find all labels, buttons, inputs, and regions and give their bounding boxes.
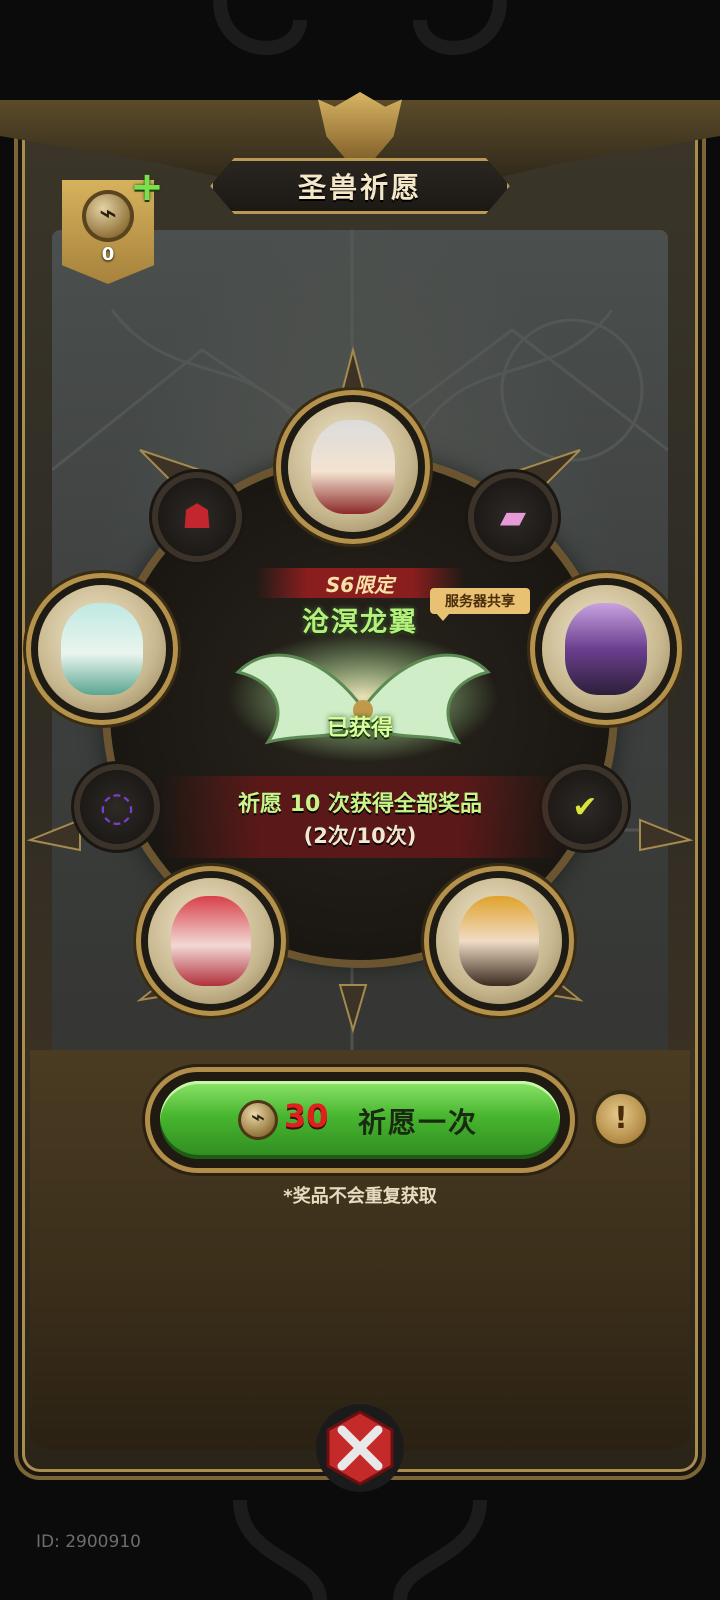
reward-slot-shadow-ring[interactable]: ◌ (80, 770, 154, 844)
golden-horn-girl-portrait (458, 895, 540, 987)
reward-slot-violet-knight[interactable] (542, 585, 670, 713)
crimson-demon-icon: ☗ (181, 497, 213, 537)
wish-coin-icon (238, 1100, 278, 1140)
violet-knight-portrait (565, 602, 647, 696)
reward-slot-crimson-horned-girl[interactable] (148, 878, 274, 1004)
limited-label: S6限定 (325, 572, 395, 597)
shadow-ring-icon: ◌ (99, 784, 135, 830)
reward-slot-card-pack[interactable]: ▰ (474, 478, 552, 556)
reward-slot-jade-spirit[interactable] (38, 585, 166, 713)
player-id: ID: 2900910 (36, 1532, 141, 1552)
wish-cost: 30 (284, 1097, 329, 1135)
crimson-horned-girl-portrait (170, 895, 252, 987)
featured-item-name: 沧溟龙翼 (302, 607, 418, 638)
wish-button-label: 祈愿一次 (358, 1106, 479, 1139)
obtained-status: 已获得 (326, 716, 393, 741)
reward-slot-silver-fox-hero[interactable] (288, 402, 418, 532)
info-exclamation-icon[interactable]: ! (596, 1094, 646, 1144)
progress-count: (2次/10次) (303, 824, 417, 848)
wish-button-face: 30 祈愿一次 (160, 1081, 560, 1159)
no-duplicate-note: *奖品不会重复获取 (283, 1186, 437, 1207)
progress-description: 祈愿 10 次获得全部奖品 (238, 792, 482, 817)
silver-fox-hero-portrait (311, 420, 395, 514)
reward-slot-golden-horn-girl[interactable] (436, 878, 562, 1004)
close-icon[interactable] (316, 1404, 404, 1492)
jade-spirit-portrait (61, 602, 143, 696)
card-pack-icon: ▰ (499, 497, 527, 537)
dragon-wing-emblem (228, 632, 498, 762)
server-shared-tag: 服务器共享 (430, 588, 530, 621)
reward-slot-crimson-demon[interactable]: ☗ (158, 478, 236, 556)
wish-once-button[interactable]: 30 祈愿一次 (150, 1072, 570, 1168)
